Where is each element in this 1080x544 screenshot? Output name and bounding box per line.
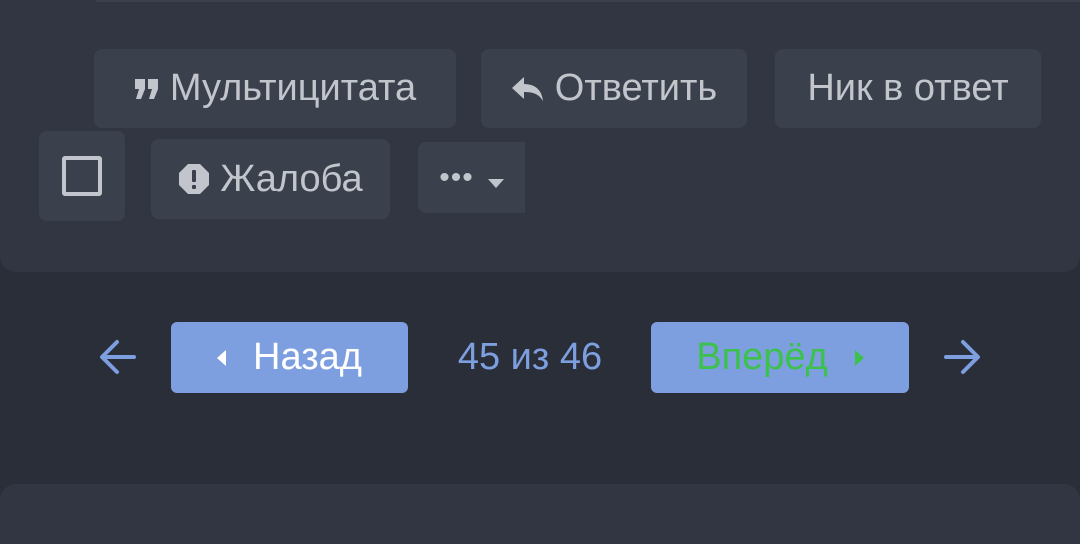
back-label: Назад — [253, 336, 362, 378]
nick-reply-button[interactable]: Ник в ответ — [775, 49, 1041, 128]
more-actions-button[interactable]: ••• — [418, 142, 525, 213]
arrow-left-icon[interactable] — [98, 337, 138, 377]
more-dots: ••• — [439, 160, 474, 194]
forward-label: Вперёд — [696, 336, 828, 378]
pagination: Назад 45 из 46 Вперёд — [0, 320, 1080, 394]
nick-reply-label: Ник в ответ — [807, 67, 1009, 109]
reply-label: Ответить — [554, 67, 718, 109]
reply-arrow-icon — [511, 75, 545, 103]
post-card: Мультицитата Ответить Ник в ответ Жалоба… — [0, 0, 1080, 272]
multiquote-button[interactable]: Мультицитата — [94, 49, 456, 128]
back-button[interactable]: Назад — [171, 322, 408, 393]
report-button[interactable]: Жалоба — [151, 139, 390, 219]
page-counter[interactable]: 45 из 46 — [430, 320, 630, 394]
quote-icon — [134, 77, 160, 101]
caret-right-icon — [854, 349, 864, 366]
divider — [96, 0, 1080, 2]
chevron-down-icon — [487, 156, 504, 199]
caret-left-icon — [217, 349, 227, 366]
select-post-checkbox[interactable] — [39, 131, 125, 221]
report-label: Жалоба — [220, 157, 363, 200]
arrow-right-icon[interactable] — [942, 337, 982, 377]
next-post-card — [0, 484, 1080, 544]
forward-button[interactable]: Вперёд — [651, 322, 909, 393]
alert-octagon-icon — [178, 163, 210, 195]
reply-button[interactable]: Ответить — [481, 49, 747, 128]
multiquote-label: Мультицитата — [169, 67, 417, 109]
checkbox-empty-icon — [62, 156, 102, 196]
